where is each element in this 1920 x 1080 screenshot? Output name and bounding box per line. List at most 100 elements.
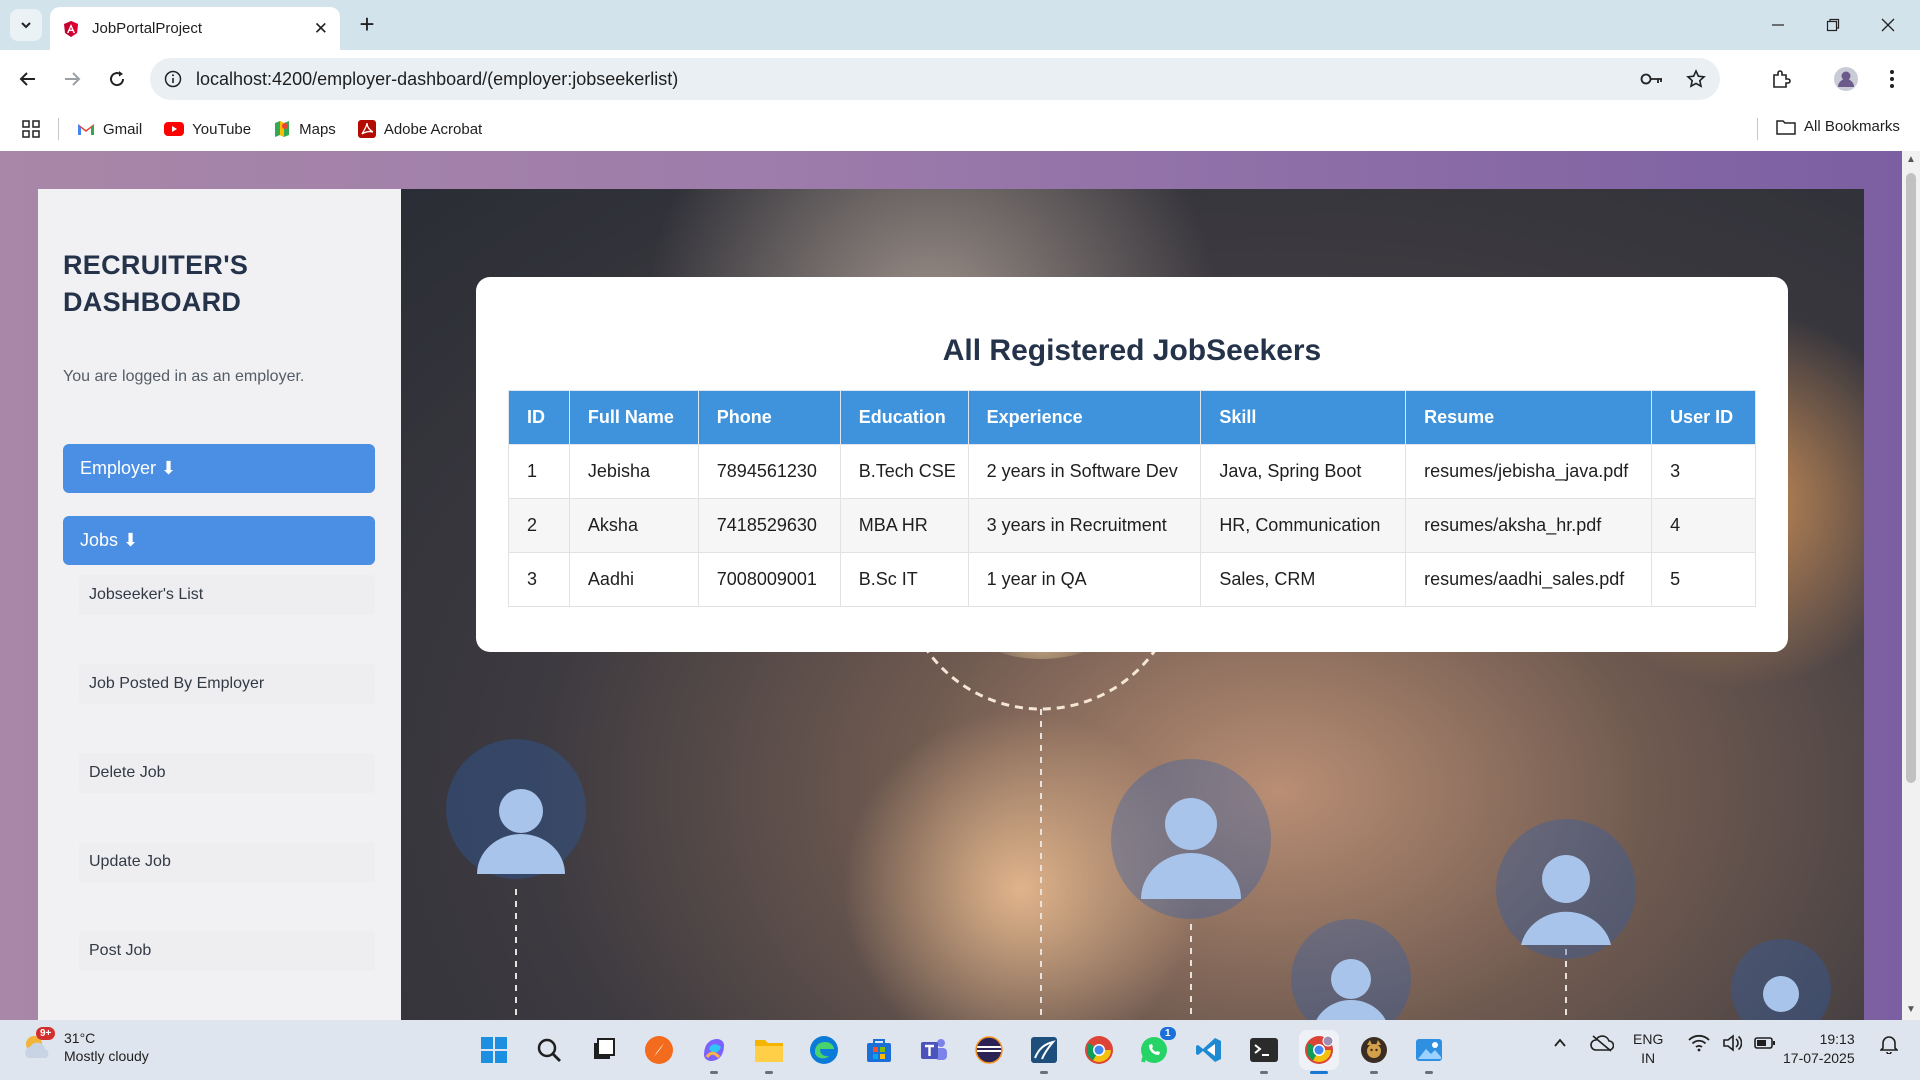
submenu-post-job[interactable]: Post Job bbox=[79, 931, 375, 971]
taskbar-eclipse[interactable] bbox=[969, 1030, 1009, 1070]
taskbar-whatsapp[interactable]: 1 bbox=[1134, 1027, 1176, 1070]
tab-search-button[interactable] bbox=[10, 9, 42, 41]
table-cell: B.Sc IT bbox=[839, 552, 969, 607]
apps-button[interactable] bbox=[22, 120, 40, 138]
system-clock[interactable]: 19:13 17-07-2025 bbox=[1783, 1030, 1855, 1068]
taskbar-vscode[interactable] bbox=[1189, 1030, 1229, 1070]
submenu-jobseekers-list[interactable]: Jobseeker's List bbox=[79, 575, 375, 615]
search-icon bbox=[537, 1038, 561, 1062]
table-row: 2 Aksha 7418529630 MBA HR 3 years in Rec… bbox=[508, 498, 1756, 553]
running-indicator bbox=[1370, 1071, 1378, 1074]
browser-tab-bar: JobPortalProject ✕ + bbox=[0, 0, 1920, 50]
taskbar-file-explorer[interactable] bbox=[749, 1030, 789, 1074]
windows-taskbar: 9+ 31°C Mostly cloudy 1 ENG IN 19:13 17-… bbox=[0, 1020, 1920, 1080]
taskbar-terminal[interactable] bbox=[1244, 1030, 1284, 1074]
running-indicator bbox=[710, 1071, 718, 1074]
tomcat-icon bbox=[1361, 1037, 1387, 1063]
url-text[interactable]: localhost:4200/employer-dashboard/(emplo… bbox=[196, 69, 1640, 90]
table-cell: resumes/aksha_hr.pdf bbox=[1405, 498, 1653, 553]
scroll-up-icon[interactable]: ▲ bbox=[1906, 155, 1916, 165]
browser-menu-button[interactable] bbox=[1876, 63, 1908, 95]
wifi-icon bbox=[1688, 1034, 1710, 1052]
reload-icon bbox=[110, 71, 125, 87]
bookmark-label: YouTube bbox=[192, 120, 252, 138]
bookmark-gmail[interactable]: Gmail bbox=[77, 121, 142, 138]
bookmark-divider bbox=[58, 118, 59, 140]
browser-tab[interactable]: JobPortalProject ✕ bbox=[50, 7, 340, 50]
onedrive-status[interactable] bbox=[1590, 1034, 1614, 1052]
taskbar-copilot[interactable] bbox=[694, 1030, 734, 1074]
taskbar-photos[interactable] bbox=[1409, 1030, 1449, 1074]
taskbar-app-swift[interactable] bbox=[639, 1030, 679, 1070]
weather-widget[interactable]: 9+ 31°C Mostly cloudy bbox=[20, 1027, 149, 1065]
windows-logo-icon bbox=[481, 1037, 507, 1063]
maps-icon bbox=[273, 120, 291, 138]
chrome-icon bbox=[1085, 1036, 1113, 1064]
clock-date: 17-07-2025 bbox=[1783, 1050, 1855, 1066]
site-info-icon[interactable] bbox=[164, 70, 182, 88]
page-scrollbar[interactable]: ▲ ▼ bbox=[1902, 151, 1920, 1020]
weather-desc: Mostly cloudy bbox=[64, 1048, 149, 1064]
bookmark-acrobat[interactable]: Adobe Acrobat bbox=[357, 120, 482, 138]
address-bar[interactable]: localhost:4200/employer-dashboard/(emplo… bbox=[150, 58, 1720, 100]
restore-button[interactable] bbox=[1813, 10, 1853, 40]
chrome-profile-icon bbox=[1305, 1035, 1334, 1064]
taskbar-edge[interactable] bbox=[804, 1030, 844, 1070]
taskbar-chrome[interactable] bbox=[1079, 1030, 1119, 1070]
bell-icon bbox=[1880, 1036, 1898, 1054]
cloudy-weather-icon: 9+ bbox=[20, 1027, 56, 1064]
clock-time: 19:13 bbox=[1819, 1031, 1855, 1047]
taskbar-search[interactable] bbox=[529, 1030, 569, 1070]
back-button[interactable] bbox=[12, 63, 44, 95]
column-header: Education bbox=[839, 390, 969, 445]
scrollbar-thumb[interactable] bbox=[1906, 173, 1916, 783]
taskbar-store[interactable] bbox=[859, 1030, 899, 1070]
bookmark-youtube[interactable]: YouTube bbox=[164, 121, 251, 138]
running-indicator bbox=[1040, 1071, 1048, 1074]
input-language[interactable]: ENG IN bbox=[1633, 1030, 1663, 1068]
start-button[interactable] bbox=[474, 1030, 514, 1070]
table-cell: Aksha bbox=[568, 498, 699, 553]
taskbar-chrome-active[interactable] bbox=[1299, 1030, 1339, 1074]
jobseekers-card: All Registered JobSeekers ID Full Name P… bbox=[476, 277, 1788, 652]
bookmark-star-icon[interactable] bbox=[1686, 69, 1706, 89]
column-header: User ID bbox=[1651, 390, 1756, 445]
quick-settings[interactable] bbox=[1688, 1034, 1776, 1052]
scroll-down-icon[interactable]: ▼ bbox=[1906, 1005, 1916, 1015]
column-header: Full Name bbox=[568, 390, 699, 445]
minimize-button[interactable] bbox=[1758, 10, 1798, 40]
volume-icon bbox=[1723, 1034, 1742, 1052]
extensions-button[interactable] bbox=[1765, 63, 1797, 95]
table-cell: Aadhi bbox=[568, 552, 699, 607]
bookmark-maps[interactable]: Maps bbox=[273, 120, 336, 138]
bookmark-divider bbox=[1757, 118, 1758, 140]
task-view-button[interactable] bbox=[584, 1030, 624, 1070]
submenu-delete-job[interactable]: Delete Job bbox=[79, 753, 375, 793]
folder-icon bbox=[755, 1040, 783, 1062]
tab-close-icon[interactable]: ✕ bbox=[314, 19, 328, 39]
forward-button[interactable] bbox=[56, 63, 88, 95]
table-header-row: ID Full Name Phone Education Experience … bbox=[508, 390, 1756, 445]
jobs-menu-button[interactable]: Jobs ⬇ bbox=[63, 516, 375, 565]
notifications-button[interactable] bbox=[1880, 1034, 1898, 1054]
new-tab-button[interactable]: + bbox=[352, 10, 382, 40]
taskbar-teams[interactable] bbox=[914, 1030, 954, 1070]
profile-avatar[interactable] bbox=[1830, 63, 1862, 95]
jobseekers-table: ID Full Name Phone Education Experience … bbox=[508, 390, 1756, 607]
reload-button[interactable] bbox=[101, 63, 133, 95]
taskbar-mysql-workbench[interactable] bbox=[1024, 1030, 1064, 1074]
task-view-icon bbox=[594, 1038, 615, 1059]
table-cell: Jebisha bbox=[568, 444, 699, 499]
password-key-icon[interactable] bbox=[1640, 71, 1664, 87]
taskbar-tomcat[interactable] bbox=[1354, 1030, 1394, 1074]
employer-menu-button[interactable]: Employer ⬇ bbox=[63, 444, 375, 493]
submenu-update-job[interactable]: Update Job bbox=[79, 842, 375, 882]
all-bookmarks-button[interactable]: All Bookmarks bbox=[1776, 118, 1900, 135]
close-window-button[interactable] bbox=[1868, 10, 1908, 40]
chevron-down-icon bbox=[21, 22, 31, 29]
submenu-job-posted-by-employer[interactable]: Job Posted By Employer bbox=[79, 664, 375, 704]
show-hidden-icons[interactable] bbox=[1552, 1035, 1568, 1051]
person-node-icon bbox=[1111, 759, 1271, 919]
table-cell: 1 year in QA bbox=[967, 552, 1202, 607]
gmail-icon bbox=[77, 122, 95, 136]
